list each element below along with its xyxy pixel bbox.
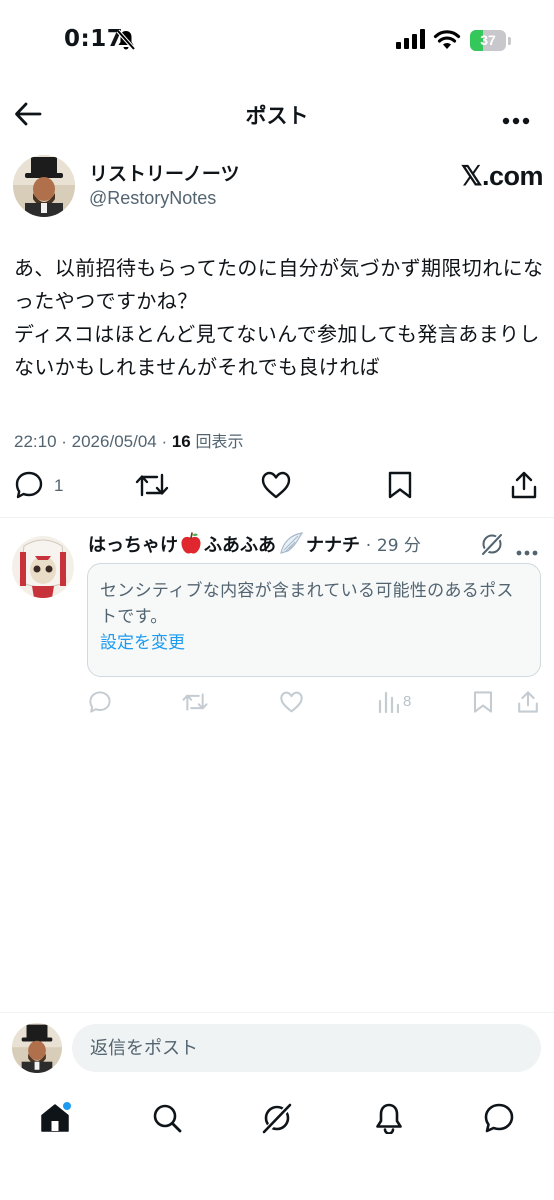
bookmark-button[interactable] [387, 470, 413, 500]
post-metadata: 22:10 · 2026/05/04 · 16 回表示 [14, 428, 244, 452]
repost-icon [182, 693, 208, 711]
reply-bookmark-button[interactable] [472, 690, 494, 714]
notification-dot [62, 1101, 72, 1111]
reply-time: 29 分 [376, 536, 421, 556]
navigation-header: ポスト [0, 88, 554, 140]
tab-notifications[interactable] [367, 1098, 411, 1138]
author-avatar[interactable] [13, 155, 75, 217]
bottom-tab-bar [0, 1090, 554, 1146]
bell-icon [376, 1103, 402, 1134]
change-settings-link[interactable]: 設定を変更 [100, 630, 185, 656]
reply-author-name-part-3[interactable]: ナナチ [306, 535, 360, 556]
more-horizontal-icon [516, 550, 538, 556]
bookmark-icon [388, 471, 412, 499]
post-action-bar: 1 [0, 470, 554, 506]
reply-icon [89, 691, 111, 713]
share-button[interactable] [509, 470, 539, 500]
reply-author-name-part-1[interactable]: はっちゃけ [88, 535, 178, 556]
reply-reply-button[interactable] [88, 690, 112, 714]
reply-composer [0, 1022, 554, 1076]
analytics-icon [378, 691, 399, 714]
composer-divider [0, 1012, 554, 1013]
reply-repost-button[interactable] [182, 690, 208, 714]
reply-input[interactable] [72, 1024, 541, 1072]
bookmark-icon [473, 691, 493, 713]
post-views-label: 回表示 [195, 432, 244, 451]
sensitive-content-warning: センシティブな内容が含まれている可能性のあるポストです。 設定を変更 [87, 563, 541, 677]
sensitive-content-notice: センシティブな内容が含まれている可能性のあるポストです。 [100, 581, 514, 627]
grok-icon [262, 1102, 293, 1134]
current-user-avatar[interactable] [12, 1023, 62, 1073]
author-name[interactable]: リストリーノーツ [89, 159, 239, 186]
reply-more-button[interactable] [516, 541, 538, 560]
red-apple-emoji-icon [181, 532, 201, 554]
x-com-badge: 𝕏.com [460, 161, 544, 192]
divider [0, 517, 554, 518]
battery-cap [508, 37, 511, 45]
share-icon [518, 691, 538, 713]
heart-icon [280, 691, 303, 713]
grok-icon [482, 533, 503, 555]
reply-avatar-image [12, 536, 74, 598]
x-com-text: 𝕏.com [460, 161, 544, 191]
tab-search[interactable] [145, 1098, 189, 1138]
reply-share-button[interactable] [516, 690, 540, 714]
more-horizontal-icon [502, 117, 530, 125]
reply-post[interactable]: はっちゃけ ふあふあ ナナチ · 29 分 センシティブな内容が含まれている可能… [0, 528, 554, 728]
status-bar: 0:17 37 [0, 0, 554, 80]
heart-icon [261, 471, 291, 499]
reply-action-bar: 8 [0, 690, 554, 718]
reply-author-avatar[interactable] [12, 536, 74, 598]
current-user-avatar-image [12, 1023, 62, 1073]
reply-views-button[interactable]: 8 [377, 690, 411, 714]
post-text: あ、以前招待もらってたのに自分が気づかず期限切れになったやつですかね？ ディスコ… [14, 256, 544, 379]
author-avatar-image [13, 155, 75, 217]
more-options-button[interactable] [502, 110, 530, 125]
page-title: ポスト [245, 104, 309, 128]
battery-percentage: 37 [480, 32, 496, 48]
post-views-count: 16 [171, 432, 191, 451]
silent-mode-bell-icon [116, 29, 136, 55]
grok-button[interactable] [480, 532, 504, 560]
tab-home[interactable] [33, 1098, 77, 1138]
reply-count: 1 [54, 476, 64, 495]
chat-bubble-icon [484, 1103, 514, 1133]
wing-emoji-icon [280, 532, 304, 554]
like-button[interactable] [260, 470, 292, 500]
repost-button[interactable] [135, 470, 169, 500]
tab-messages[interactable] [477, 1098, 521, 1138]
cellular-signal-icon [396, 29, 426, 53]
tab-grok[interactable] [255, 1098, 299, 1138]
reply-header: はっちゃけ ふあふあ ナナチ · 29 分 [88, 531, 421, 557]
reply-author-name-part-2[interactable]: ふあふあ [204, 535, 276, 556]
post-timestamp: 22:10 · 2026/05/04 · [14, 432, 172, 451]
post-author: リストリーノーツ @RestoryNotes 𝕏.com [13, 155, 544, 219]
wifi-icon [433, 28, 461, 54]
battery-indicator: 37 [470, 30, 506, 51]
reply-views-count: 8 [403, 693, 412, 710]
reply-separator: · [365, 536, 372, 556]
share-icon [511, 471, 537, 499]
search-icon [153, 1104, 182, 1133]
reply-like-button[interactable] [279, 690, 304, 714]
status-time: 0:17 [64, 26, 124, 52]
repost-icon [135, 473, 169, 497]
reply-button[interactable]: 1 [14, 470, 63, 500]
author-handle[interactable]: @RestoryNotes [89, 188, 216, 209]
reply-icon [15, 471, 43, 499]
